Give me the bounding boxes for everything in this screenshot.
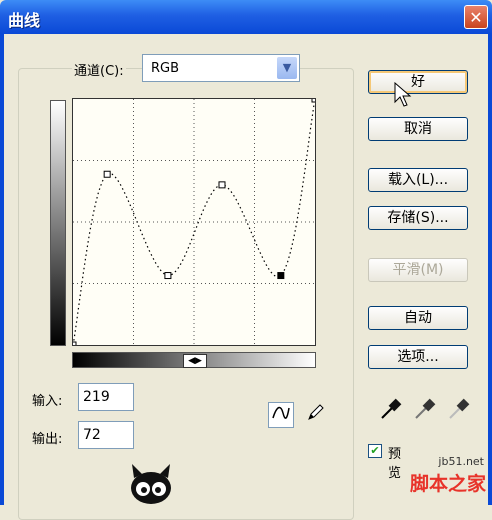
white-eyedropper-icon[interactable] [446, 396, 474, 420]
curve-tool-button[interactable] [268, 402, 294, 428]
output-field[interactable]: 72 [78, 421, 134, 449]
curve-graph[interactable] [69, 95, 319, 349]
window-frame-right [488, 34, 492, 505]
curve-point-selected[interactable] [277, 272, 285, 280]
channel-value: RGB [151, 61, 180, 76]
grid-lines [73, 99, 315, 345]
curve-point[interactable] [103, 170, 111, 178]
input-field[interactable]: 219 [78, 383, 134, 411]
ok-button[interactable]: 好 [368, 70, 468, 94]
window-frame-left [0, 34, 4, 505]
mouse-cursor-icon [394, 82, 412, 107]
cartoon-mascot-icon [131, 464, 171, 504]
black-eyedropper-icon[interactable] [378, 396, 406, 420]
save-button[interactable]: 存储(S)... [368, 206, 468, 230]
curve-point[interactable] [311, 95, 319, 103]
curve-canvas[interactable] [69, 95, 319, 349]
curve-point[interactable] [69, 341, 77, 349]
options-button[interactable]: 选项... [368, 345, 468, 369]
watermark: jb51.net 脚本之家 [370, 447, 490, 503]
load-button[interactable]: 载入(L)... [368, 168, 468, 192]
pencil-icon [308, 404, 324, 420]
window-title: 曲线 [8, 11, 41, 30]
input-gradient-bar: ◀▶ [72, 352, 316, 368]
cancel-button[interactable]: 取消 [368, 117, 468, 141]
curve-icon [272, 406, 290, 419]
input-label: 输入: [32, 394, 63, 409]
curve-line [72, 104, 315, 346]
chevron-down-icon[interactable]: ▼ [277, 57, 297, 79]
output-gradient-bar [50, 100, 66, 346]
auto-button[interactable]: 自动 [368, 306, 468, 330]
channel-select[interactable]: RGB ▼ [142, 54, 300, 82]
pencil-tool-button[interactable] [302, 402, 328, 428]
watermark-site: jb51.net [438, 455, 484, 468]
curve-point[interactable] [218, 181, 226, 189]
title-bar: 曲线 ✕ [0, 0, 492, 34]
channel-label: 通道(C): [72, 60, 126, 79]
output-label: 输出: [32, 432, 63, 447]
curve-point[interactable] [164, 272, 172, 280]
smooth-button: 平滑(M) [368, 258, 468, 282]
watermark-brand: 脚本之家 [409, 473, 486, 495]
gray-eyedropper-icon[interactable] [412, 396, 440, 420]
gradient-toggle-icon[interactable]: ◀▶ [183, 354, 207, 368]
close-button[interactable]: ✕ [464, 5, 488, 29]
